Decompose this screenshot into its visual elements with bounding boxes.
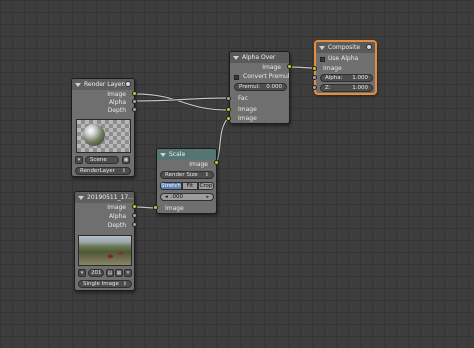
image-open-icon[interactable]: ▦ [115, 269, 123, 277]
scale-node-header[interactable]: Scale [157, 149, 216, 160]
convert-premul-checkbox[interactable] [234, 75, 239, 80]
render-layers-image-socket[interactable] [132, 91, 137, 96]
link-alphaover-to-composite [289, 65, 315, 70]
render-layers-node[interactable]: Render Layers Image Alpha Depth ▾ Scene … [71, 78, 135, 177]
composite-z-socket[interactable] [312, 85, 317, 90]
premul-field[interactable]: Premul: 0.000 [234, 83, 287, 91]
offset-value: .000 [170, 194, 184, 200]
render-layer-value: RenderLayer [80, 168, 115, 174]
alpha-value: 1.000 [352, 75, 368, 81]
use-alpha-checkbox[interactable] [320, 57, 325, 62]
preview-sphere [83, 124, 105, 146]
z-value: 1.000 [352, 85, 368, 91]
z-field[interactable]: Z: 1.000 [320, 84, 373, 92]
alpha-over-image2-socket[interactable] [226, 116, 231, 121]
scale-output-socket[interactable] [214, 160, 219, 165]
image-node-alpha-socket[interactable] [132, 213, 137, 218]
node-title: Render Layers [84, 81, 128, 88]
fit-mode-toggle[interactable]: Stretch Fit Crop [160, 182, 214, 190]
output-label-depth: Depth [107, 107, 126, 114]
offset-field[interactable]: ◂ .000 ▸ [160, 193, 214, 201]
premul-value: 0.000 [266, 84, 282, 90]
premul-label: Premul: [239, 84, 260, 90]
output-label-image: Image [189, 161, 208, 168]
convert-premul-label: Convert Premul [243, 73, 290, 80]
node-title: Scale [169, 151, 186, 158]
scene-value: Scene [90, 157, 107, 163]
render-layer-dropdown[interactable]: RenderLayer ⇕ [75, 167, 131, 175]
image-node[interactable]: 20190511_17... Image Alpha Depth ▾ 201 ▤… [74, 191, 135, 291]
right-arrow-icon[interactable]: ▸ [206, 194, 209, 200]
scene-field[interactable]: Scene [85, 156, 119, 164]
alpha-field[interactable]: Alpha: 1.000 [320, 74, 373, 82]
node-title: Composite [328, 44, 361, 51]
alpha-over-node[interactable]: Alpha Over Image Convert Premul Premul: … [229, 51, 290, 124]
output-label-image: Image [107, 91, 126, 98]
image-node-image-socket[interactable] [132, 204, 137, 209]
image-source-dropdown[interactable]: Single Image ⇕ [78, 280, 132, 288]
scale-input-socket[interactable] [153, 205, 158, 210]
collapse-arrow-icon[interactable] [75, 82, 81, 87]
composite-header[interactable]: Composite [316, 42, 375, 53]
collapse-arrow-icon[interactable] [233, 55, 239, 60]
space-value: Render Size [165, 172, 198, 178]
image-source-value: Single Image [83, 281, 119, 287]
output-label-image: Image [107, 204, 126, 211]
node-title: Alpha Over [242, 54, 276, 61]
composite-image-socket[interactable] [312, 66, 317, 71]
image-frame-field[interactable]: 201 [88, 269, 104, 277]
z-label: Z: [325, 85, 331, 91]
dropdown-arrow-icon: ⇕ [204, 172, 209, 178]
dropdown-arrow-icon: ⇕ [122, 281, 127, 287]
output-label-depth: Depth [107, 222, 126, 229]
input-label-image: Image [165, 205, 184, 212]
render-preview [76, 119, 131, 153]
render-button-icon[interactable]: ▣ [122, 156, 130, 164]
left-arrow-icon[interactable]: ◂ [165, 194, 168, 200]
frame-value: 201 [91, 270, 102, 276]
image-fake-user-icon[interactable]: ▤ [106, 269, 114, 277]
render-layers-depth-socket[interactable] [132, 107, 137, 112]
render-layers-alpha-socket[interactable] [132, 99, 137, 104]
collapse-arrow-icon[interactable] [319, 45, 325, 50]
output-label-alpha: Alpha [108, 99, 126, 106]
render-layers-header[interactable]: Render Layers [72, 79, 134, 90]
image-node-header[interactable]: 20190511_17... [75, 192, 134, 203]
image-node-depth-socket[interactable] [132, 222, 137, 227]
fit-button[interactable]: Fit [181, 182, 198, 190]
preview-toggle-icon[interactable] [366, 44, 372, 50]
output-label-image: Image [262, 64, 281, 71]
stretch-button[interactable]: Stretch [160, 182, 182, 190]
alpha-over-image1-socket[interactable] [226, 107, 231, 112]
alpha-over-fac-socket[interactable] [226, 96, 231, 101]
node-editor[interactable]: Render Layers Image Alpha Depth ▾ Scene … [0, 0, 474, 348]
collapse-arrow-icon[interactable] [78, 195, 84, 200]
scale-node[interactable]: Scale Image Render Size ⇕ Stretch Fit Cr… [156, 148, 217, 214]
alpha-over-header[interactable]: Alpha Over [230, 52, 289, 63]
node-title: 20190511_17... [87, 194, 134, 201]
input-label-image-1: Image [238, 106, 257, 113]
crop-button[interactable]: Crop [197, 182, 214, 190]
input-label-image-2: Image [238, 115, 257, 122]
image-unlink-icon[interactable]: ✕ [124, 269, 132, 277]
composite-alpha-socket[interactable] [312, 75, 317, 80]
image-preview [78, 235, 132, 266]
link-scale-image-to-alphaover-image [215, 117, 229, 163]
dropdown-arrow-icon: ⇕ [121, 168, 126, 174]
collapse-arrow-icon[interactable] [160, 152, 166, 157]
alpha-label: Alpha: [325, 75, 343, 81]
link-render-alpha-to-alphaover-fac [134, 96, 229, 103]
preview-toggle-icon[interactable] [125, 81, 131, 87]
scene-browse-icon[interactable]: ▾ [75, 156, 83, 164]
output-label-alpha: Alpha [108, 213, 126, 220]
image-browse-icon[interactable]: ▾ [78, 269, 86, 277]
alpha-over-output-socket[interactable] [287, 64, 292, 69]
use-alpha-label: Use Alpha [328, 55, 359, 62]
link-render-image-to-alphaover-image [134, 92, 229, 112]
space-dropdown[interactable]: Render Size ⇕ [160, 171, 214, 179]
composite-node[interactable]: Composite Use Alpha Image Alpha: 1.000 Z… [315, 41, 376, 94]
input-label-fac: Fac [238, 95, 248, 102]
input-label-image: Image [323, 65, 342, 72]
